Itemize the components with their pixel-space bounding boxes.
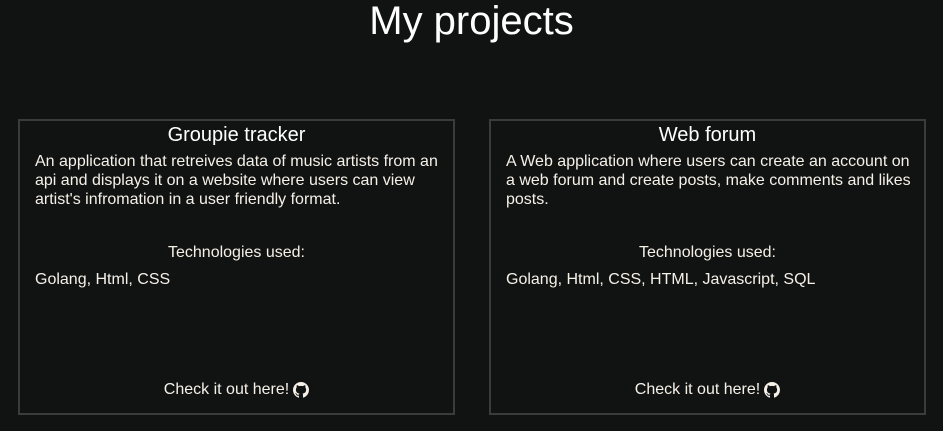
project-description: A Web application where users can create… [506,153,911,208]
technologies-heading: Technologies used: [168,244,305,261]
check-it-out-link[interactable]: Check it out here! [163,380,310,399]
project-title: Web forum [658,124,757,146]
cta-label: Check it out here! [163,381,290,398]
technologies-heading: Technologies used: [639,244,776,261]
cta-label: Check it out here! [634,381,761,398]
project-card-groupie-tracker: Groupie tracker An application that retr… [18,119,455,415]
github-icon[interactable] [764,381,781,398]
project-title: Groupie tracker [167,124,306,146]
project-cta: Check it out here! [20,380,453,399]
technologies-list: Golang, Html, CSS, HTML, Javascript, SQL [506,271,816,288]
check-it-out-link[interactable]: Check it out here! [634,380,781,399]
page-title: My projects [369,0,574,43]
technologies-list: Golang, Html, CSS [35,271,171,288]
github-icon[interactable] [293,381,310,398]
project-card-web-forum: Web forum A Web application where users … [489,119,926,415]
project-cta: Check it out here! [491,380,924,399]
project-description: An application that retreives data of mu… [35,153,438,208]
